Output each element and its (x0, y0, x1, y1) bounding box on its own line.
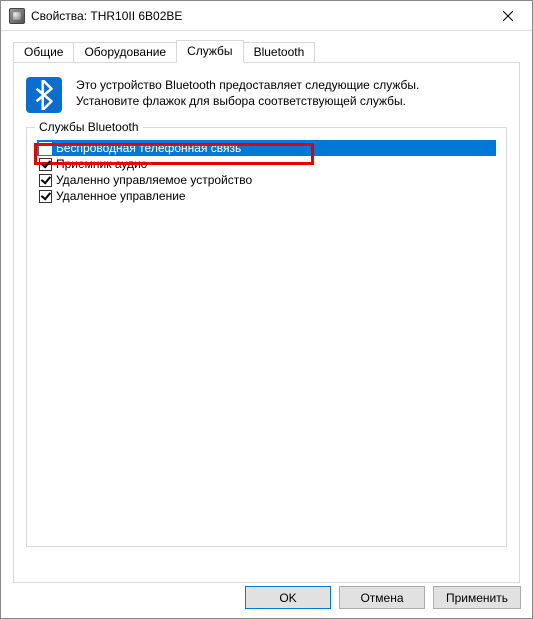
info-line-2: Установите флажок для выбора соответству… (76, 93, 419, 109)
service-item-audio-sink[interactable]: Приемник аудио (37, 156, 496, 172)
checkbox-wireless-telephony[interactable] (39, 142, 52, 155)
checkbox-remote-control[interactable] (39, 190, 52, 203)
service-item-wireless-telephony[interactable]: Беспроводная телефонная связь (37, 140, 496, 156)
services-groupbox: Службы Bluetooth Беспроводная телефонная… (26, 127, 507, 547)
tab-strip: Общие Оборудование Службы Bluetooth (13, 41, 520, 62)
tab-panel-services: Это устройство Bluetooth предоставляет с… (13, 62, 520, 583)
tab-services[interactable]: Службы (176, 40, 243, 63)
tab-general[interactable]: Общие (13, 42, 74, 62)
info-row: Это устройство Bluetooth предоставляет с… (26, 77, 507, 113)
close-icon (503, 11, 513, 21)
groupbox-legend: Службы Bluetooth (35, 120, 143, 134)
info-text: Это устройство Bluetooth предоставляет с… (76, 77, 419, 113)
apply-button[interactable]: Применить (433, 586, 521, 609)
ok-button[interactable]: OK (245, 586, 331, 609)
tab-hardware[interactable]: Оборудование (73, 42, 177, 62)
service-label: Удаленно управляемое устройство (56, 173, 252, 187)
info-line-1: Это устройство Bluetooth предоставляет с… (76, 77, 419, 93)
service-label: Приемник аудио (56, 157, 147, 171)
service-label: Беспроводная телефонная связь (56, 141, 241, 155)
checkbox-remote-controlled[interactable] (39, 174, 52, 187)
button-row: OK Отмена Применить (245, 586, 521, 609)
titlebar: Свойства: THR10II 6B02BE (1, 1, 532, 31)
cancel-button[interactable]: Отмена (339, 586, 425, 609)
close-button[interactable] (485, 1, 530, 30)
service-item-remote-controlled[interactable]: Удаленно управляемое устройство (37, 172, 496, 188)
service-list: Беспроводная телефонная связь Приемник а… (37, 140, 496, 204)
dialog-body: Общие Оборудование Службы Bluetooth Это … (1, 31, 532, 583)
window-title: Свойства: THR10II 6B02BE (31, 9, 485, 23)
service-label: Удаленное управление (56, 189, 186, 203)
bluetooth-icon (26, 77, 62, 113)
device-icon (9, 8, 25, 24)
checkbox-audio-sink[interactable] (39, 158, 52, 171)
service-item-remote-control[interactable]: Удаленное управление (37, 188, 496, 204)
tab-bluetooth[interactable]: Bluetooth (243, 42, 316, 62)
